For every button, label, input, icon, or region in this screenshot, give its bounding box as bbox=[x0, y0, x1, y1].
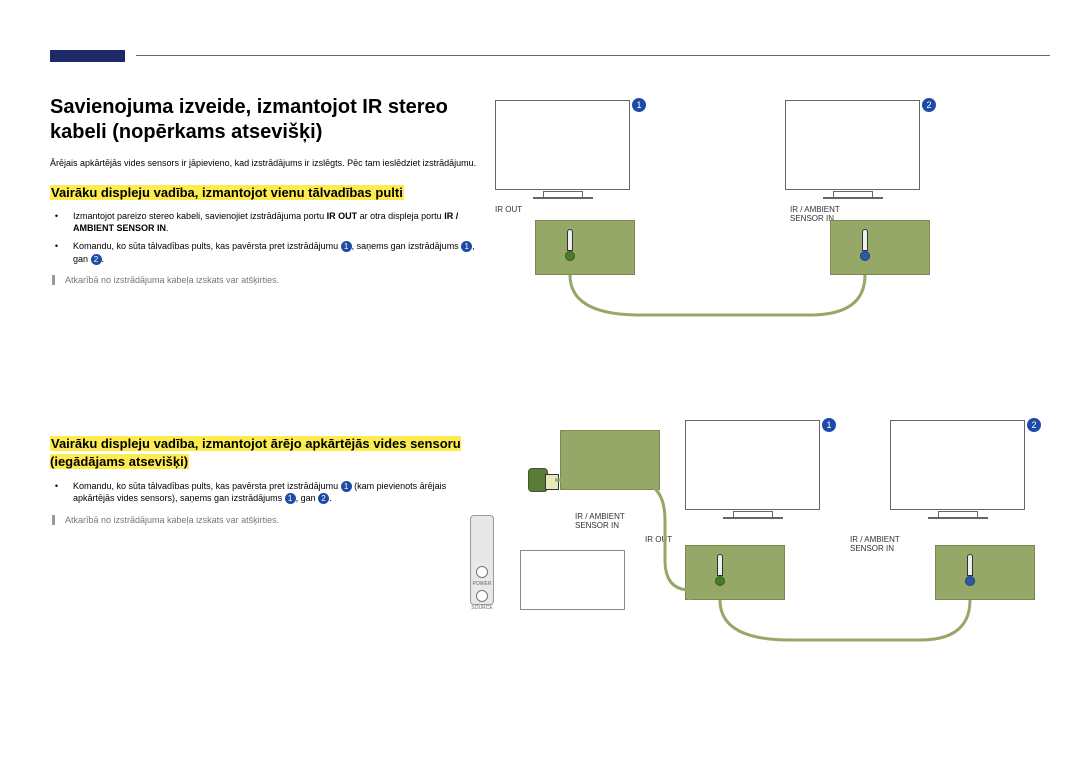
number-2-icon: 2 bbox=[318, 493, 329, 504]
text-column: Savienojuma izveide, izmantojot IR stere… bbox=[50, 95, 480, 565]
number-1-icon: 1 bbox=[341, 481, 352, 492]
section2-note: Atkarībā no izstrādājuma kabeļa izskats … bbox=[52, 515, 480, 525]
section2-title: Vairāku displeju vadība, izmantojot ārēj… bbox=[50, 435, 480, 471]
number-1-icon: 1 bbox=[461, 241, 472, 252]
accent-bar bbox=[50, 50, 125, 62]
section1-note: Atkarībā no izstrādājuma kabeļa izskats … bbox=[52, 275, 480, 285]
number-1-icon: 1 bbox=[341, 241, 352, 252]
diagram-2: POWER SOURCE IR / AMBIENT SENSOR IN 1 2 … bbox=[490, 420, 1050, 720]
section1-bullets: Izmantojot pareizo stereo kabeli, savien… bbox=[68, 210, 480, 265]
bullet: Izmantojot pareizo stereo kabeli, savien… bbox=[68, 210, 480, 235]
bullet: Komandu, ko sūta tālvadības pults, kas p… bbox=[68, 240, 480, 265]
section2-bullets: Komandu, ko sūta tālvadības pults, kas p… bbox=[68, 480, 480, 505]
cable-line bbox=[490, 420, 1050, 720]
number-2-icon: 2 bbox=[91, 254, 102, 265]
intro-text: Ārējais apkārtējās vides sensors ir jāpi… bbox=[50, 157, 480, 170]
page-title: Savienojuma izveide, izmantojot IR stere… bbox=[50, 95, 480, 145]
section1-title: Vairāku displeju vadība, izmantojot vien… bbox=[50, 184, 480, 202]
bullet: Komandu, ko sūta tālvadības pults, kas p… bbox=[68, 480, 480, 505]
header-rule bbox=[136, 55, 1050, 56]
cable-line bbox=[490, 100, 1050, 400]
number-1-icon: 1 bbox=[285, 493, 296, 504]
